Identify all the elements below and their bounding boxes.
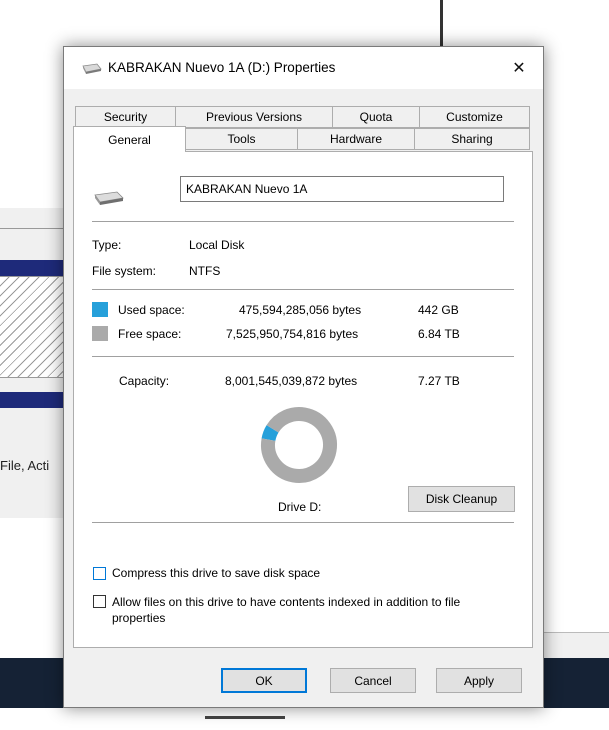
background-disk-bar <box>0 392 66 408</box>
general-tab-panel: Type: Local Disk File system: NTFS Used … <box>73 151 533 648</box>
drive-icon <box>80 61 102 75</box>
drive-label: Drive D: <box>278 500 322 514</box>
disk-usage-chart <box>261 407 337 483</box>
used-space-bytes: 475,594,285,056 bytes <box>239 303 362 317</box>
type-label: Type: <box>92 238 122 252</box>
cancel-button[interactable]: Cancel <box>330 668 416 693</box>
background-divider <box>440 0 443 50</box>
free-space-size: 6.84 TB <box>418 327 460 341</box>
filesystem-label: File system: <box>92 264 157 278</box>
used-space-label: Used space: <box>118 303 185 317</box>
background-partition-hatch <box>0 276 66 378</box>
tab-customize[interactable]: Customize <box>419 106 530 128</box>
tab-previous-versions[interactable]: Previous Versions <box>175 106 333 128</box>
capacity-bytes: 8,001,545,039,872 bytes <box>225 374 358 388</box>
free-space-label: Free space: <box>118 327 182 341</box>
filesystem-value: NTFS <box>189 264 221 278</box>
taskbar-edge <box>0 708 609 730</box>
drive-name-field[interactable] <box>180 176 504 202</box>
title-bar[interactable]: KABRAKAN Nuevo 1A (D:) Properties ✕ <box>64 47 543 89</box>
tab-sharing[interactable]: Sharing <box>414 128 530 150</box>
free-space-slice <box>261 407 337 483</box>
compress-label[interactable]: Compress this drive to save disk space <box>112 566 320 580</box>
separator <box>92 289 514 290</box>
tab-security[interactable]: Security <box>75 106 176 128</box>
properties-dialog: KABRAKAN Nuevo 1A (D:) Properties ✕ Secu… <box>63 46 544 708</box>
compress-checkbox[interactable] <box>93 567 106 580</box>
index-label[interactable]: Allow files on this drive to have conten… <box>112 594 512 626</box>
tab-tools[interactable]: Tools <box>185 128 298 150</box>
taskbar-indicator <box>205 716 285 719</box>
tab-hardware[interactable]: Hardware <box>297 128 415 150</box>
drive-large-icon <box>92 187 126 210</box>
free-space-swatch <box>92 326 108 341</box>
background-text: File, Acti <box>0 458 50 473</box>
close-button[interactable]: ✕ <box>500 51 538 85</box>
ok-button[interactable]: OK <box>221 668 307 693</box>
separator <box>92 522 514 523</box>
capacity-label: Capacity: <box>119 374 170 388</box>
background-disk-bar <box>0 260 66 276</box>
used-space-swatch <box>92 302 108 317</box>
separator <box>92 221 514 222</box>
tab-quota[interactable]: Quota <box>332 106 420 128</box>
index-checkbox[interactable] <box>93 595 106 608</box>
tab-general[interactable]: General <box>73 126 186 152</box>
background-strip <box>542 632 609 658</box>
used-space-size: 442 GB <box>418 303 459 317</box>
close-icon: ✕ <box>512 60 526 77</box>
apply-button[interactable]: Apply <box>436 668 522 693</box>
capacity-size: 7.27 TB <box>418 374 460 388</box>
free-space-bytes: 7,525,950,754,816 bytes <box>226 327 359 341</box>
disk-cleanup-button[interactable]: Disk Cleanup <box>408 486 515 512</box>
type-value: Local Disk <box>189 238 245 252</box>
dialog-title: KABRAKAN Nuevo 1A (D:) Properties <box>108 60 336 75</box>
separator <box>92 356 514 357</box>
